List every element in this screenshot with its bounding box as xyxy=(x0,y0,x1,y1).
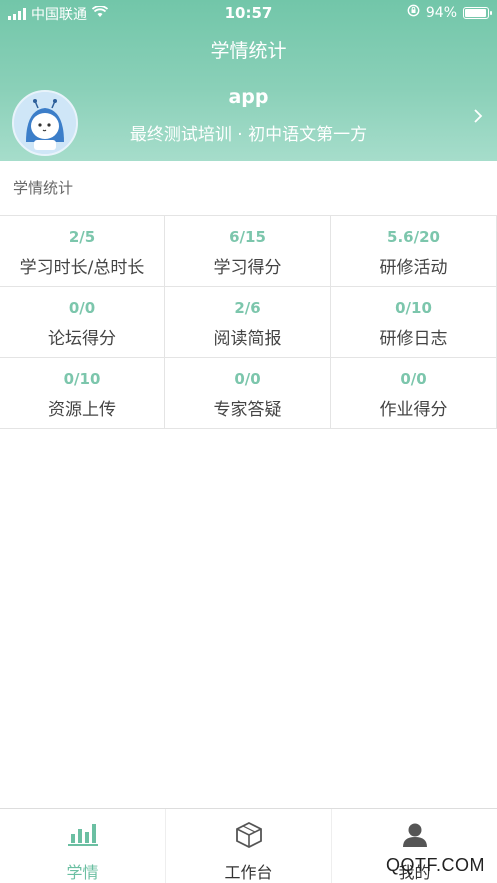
stat-label: 学习得分 xyxy=(213,258,282,278)
status-bar: 中国联通 10:57 94% xyxy=(0,0,497,26)
chevron-right-icon xyxy=(473,108,483,128)
header: 中国联通 10:57 94% 学情统计 app 最终测试培训 · 初中语文第一方 xyxy=(0,0,497,161)
stat-reading-brief[interactable]: 2/6 阅读简报 xyxy=(165,287,331,358)
stat-label: 专家答疑 xyxy=(213,400,282,420)
stat-study-score[interactable]: 6/15 学习得分 xyxy=(165,216,331,287)
stat-value: 2/6 xyxy=(234,299,261,317)
stat-value: 0/0 xyxy=(68,299,96,317)
profile-subtitle: 最终测试培训 · 初中语文第一方 xyxy=(129,125,368,145)
battery-percent: 94% xyxy=(425,4,457,21)
stat-label: 学习时长/总时长 xyxy=(19,258,145,278)
cube-icon xyxy=(234,821,264,853)
stat-expert-qa[interactable]: 0/0 专家答疑 xyxy=(165,358,331,429)
page-title: 学情统计 xyxy=(210,40,287,62)
rotation-lock-icon xyxy=(407,4,420,21)
stat-training-activity[interactable]: 5.6/20 研修活动 xyxy=(331,216,497,287)
profile-name: app xyxy=(228,86,269,108)
stat-value: 0/0 xyxy=(234,370,261,388)
tab-label: 工作台 xyxy=(224,863,273,882)
stat-training-log[interactable]: 0/10 研修日志 xyxy=(331,287,497,358)
stat-label: 论坛得分 xyxy=(48,329,116,349)
stat-label: 资源上传 xyxy=(48,400,116,420)
stat-homework-score[interactable]: 0/0 作业得分 xyxy=(331,358,497,429)
bar-chart-icon xyxy=(67,821,98,851)
person-icon xyxy=(401,821,429,853)
stat-value: 6/15 xyxy=(229,228,266,246)
tab-learning[interactable]: 学情 xyxy=(0,809,166,883)
stat-label: 研修日志 xyxy=(379,329,448,349)
tab-label: 学情 xyxy=(66,863,99,882)
section-title: 学情统计 xyxy=(13,179,74,197)
stat-value: 0/0 xyxy=(400,370,427,388)
stat-study-time[interactable]: 2/5 学习时长/总时长 xyxy=(0,216,165,287)
tab-workbench[interactable]: 工作台 xyxy=(166,809,332,883)
stat-value: 0/10 xyxy=(63,370,101,388)
watermark: QQTF.COM xyxy=(386,855,485,875)
battery-icon xyxy=(463,6,492,19)
stat-label: 阅读简报 xyxy=(213,329,282,349)
stat-value: 5.6/20 xyxy=(387,228,440,246)
profile-card[interactable]: app 最终测试培训 · 初中语文第一方 xyxy=(0,80,497,160)
stat-label: 研修活动 xyxy=(379,258,448,278)
stats-grid: 2/5 学习时长/总时长 6/15 学习得分 5.6/20 研修活动 0/0 论… xyxy=(0,215,497,429)
stat-label: 作业得分 xyxy=(379,400,448,420)
stat-value: 2/5 xyxy=(68,228,96,246)
stat-forum-score[interactable]: 0/0 论坛得分 xyxy=(0,287,165,358)
stat-resource-upload[interactable]: 0/10 资源上传 xyxy=(0,358,165,429)
stat-value: 0/10 xyxy=(395,299,432,317)
